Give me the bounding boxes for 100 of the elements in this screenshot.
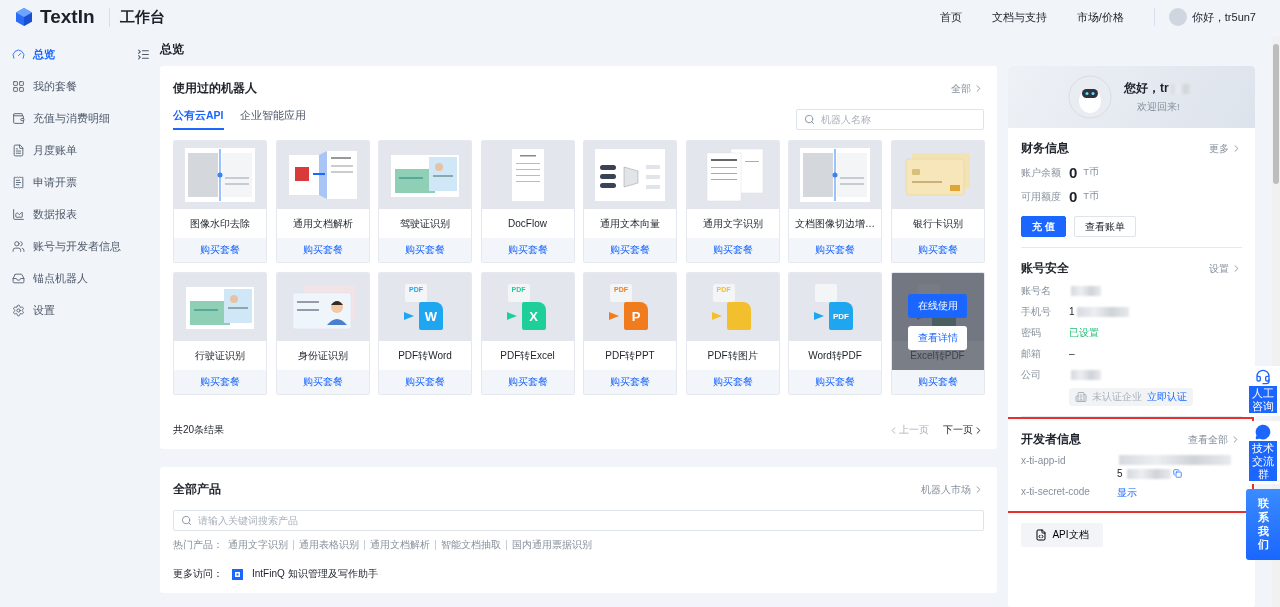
robot-name: 文档图像切边增… xyxy=(794,216,876,231)
more-link[interactable]: 更多 xyxy=(1209,141,1242,156)
tab[interactable]: 企业智能应用 xyxy=(239,109,306,130)
settings-link[interactable]: 设置 xyxy=(1209,261,1242,276)
document-icon xyxy=(1035,529,1048,541)
field-label: 手机号 xyxy=(1021,304,1052,319)
nav-link[interactable]: 首页 xyxy=(939,9,962,25)
buy-link[interactable]: 购买套餐 xyxy=(481,370,574,394)
buy-link[interactable]: 购买套餐 xyxy=(789,370,881,394)
buy-link[interactable]: 购买套餐 xyxy=(686,370,779,394)
robot-name: 行驶证识别 xyxy=(194,348,246,363)
robot-name: Word转PDF xyxy=(807,348,863,363)
robot-name: PDF转Word xyxy=(397,348,453,363)
field-label: 邮箱 xyxy=(1021,346,1042,361)
sidebar-item[interactable]: 锚点机器人 xyxy=(12,262,150,294)
card-title: 使用过的机器人 xyxy=(173,80,257,97)
badge-status: 未认证企业 xyxy=(1092,390,1142,404)
hot-product-link[interactable]: 智能文档抽取 xyxy=(441,538,501,552)
hot-product-link[interactable]: 国内通用票据识别 xyxy=(512,538,592,552)
hot-product-link[interactable]: 通用文字识别 xyxy=(228,538,288,552)
document-icon xyxy=(12,143,25,157)
welcome-text: 欢迎回来! xyxy=(1137,101,1180,114)
market-link[interactable]: 机器人市场 xyxy=(921,482,984,497)
sidebar-item[interactable]: 数据报表 xyxy=(12,198,150,230)
buy-link[interactable]: 购买套餐 xyxy=(174,238,266,262)
chat-icon xyxy=(1255,424,1271,441)
hot-label: 热门产品： xyxy=(173,538,223,552)
buy-link[interactable]: 购买套餐 xyxy=(276,370,369,394)
view-bill-button[interactable]: 查看账单 xyxy=(1073,216,1136,237)
hot-product-link[interactable]: 通用文档解析 xyxy=(370,538,430,552)
sidebar-item[interactable]: 充值与消费明细 xyxy=(12,102,150,134)
hot-product-link[interactable]: 通用表格识别 xyxy=(299,538,359,552)
app-logo-icon xyxy=(231,567,244,581)
grid-icon xyxy=(12,79,25,93)
buy-link[interactable]: 购买套餐 xyxy=(174,370,266,394)
recharge-button[interactable]: 充 值 xyxy=(1021,216,1066,237)
field-label: 公司 xyxy=(1021,367,1042,382)
verify-link[interactable]: 立即认证 xyxy=(1147,390,1187,404)
buy-link[interactable]: 购买套餐 xyxy=(891,238,984,262)
buy-link[interactable]: 购买套餐 xyxy=(379,238,471,262)
document-compare-icon xyxy=(799,147,871,203)
nav-link[interactable]: 文档与支持 xyxy=(991,9,1047,25)
wallet-icon xyxy=(12,111,25,125)
buy-link[interactable]: 购买套餐 xyxy=(584,370,676,394)
blurred-text xyxy=(1126,468,1171,479)
sidebar-item[interactable]: 总览 xyxy=(12,38,55,70)
collapse-icon[interactable] xyxy=(137,47,150,61)
product-search-field[interactable]: 请输入关键词搜索产品 xyxy=(173,510,984,531)
buy-link[interactable]: 购买套餐 xyxy=(379,370,471,394)
robot-name: 通用文字识别 xyxy=(701,216,764,231)
robot-name: DocFlow xyxy=(507,217,548,231)
api-doc-button[interactable]: API文档 xyxy=(1021,523,1103,547)
document-compare-icon xyxy=(184,147,256,203)
robot-name: 身份证识别 xyxy=(296,348,349,363)
unit-label: T币 xyxy=(1083,190,1100,203)
all-link[interactable]: 全部 xyxy=(951,81,984,96)
sidebar-item[interactable]: 我的套餐 xyxy=(12,70,150,102)
sidebar-item[interactable]: 月度账单 xyxy=(12,134,150,166)
sidebar-item[interactable]: 账号与开发者信息 xyxy=(12,230,150,262)
field-label: 可用额度 xyxy=(1021,189,1062,204)
robot-name: 银行卡识别 xyxy=(911,216,964,231)
logo-icon xyxy=(14,7,34,27)
use-online-button[interactable]: 在线使用 xyxy=(908,293,967,318)
next-page-link[interactable]: 下一页 xyxy=(943,423,984,437)
building-icon xyxy=(1075,391,1087,403)
details-button[interactable]: 查看详情 xyxy=(908,325,967,350)
field-label: x-ti-secret-code xyxy=(1021,486,1091,497)
inbox-icon xyxy=(12,271,25,285)
contact-button[interactable]: 联系我们 xyxy=(1246,489,1280,561)
show-link[interactable]: 显示 xyxy=(1117,486,1137,500)
robot-avatar-icon xyxy=(1068,75,1112,119)
user-greeting[interactable]: 你好，tr5un7 xyxy=(1191,9,1256,25)
robot-name: 图像水印去除 xyxy=(189,216,251,231)
chart-icon xyxy=(12,207,25,221)
buy-link[interactable]: 购买套餐 xyxy=(481,238,574,262)
sidebar-item[interactable]: 申请开票 xyxy=(12,166,150,198)
robot-name: 通用文档解析 xyxy=(291,216,354,231)
balance-value: 0 xyxy=(1069,164,1078,181)
buy-link[interactable]: 购买套餐 xyxy=(584,238,676,262)
nav-link[interactable]: 市场/价格 xyxy=(1076,9,1124,25)
receipt-icon xyxy=(12,175,25,189)
brand-name: TextIn xyxy=(40,6,95,28)
page-title: 总览 xyxy=(160,41,185,58)
tab[interactable]: 公有云API xyxy=(173,109,224,130)
field-value: 1 xyxy=(1069,306,1075,317)
robot-name: 驾驶证识别 xyxy=(399,216,451,231)
buy-link[interactable]: 购买套餐 xyxy=(789,238,881,262)
buy-link[interactable]: 购买套餐 xyxy=(891,370,984,394)
buy-link[interactable]: 购买套餐 xyxy=(276,238,369,262)
view-all-link[interactable]: 查看全部 xyxy=(1188,432,1241,447)
group-chat-button[interactable]: 技术交流群 xyxy=(1246,421,1280,485)
consult-button[interactable]: 人工咨询 xyxy=(1246,366,1280,417)
sidebar-item[interactable]: 设置 xyxy=(12,294,150,326)
buy-link[interactable]: 购买套餐 xyxy=(686,238,779,262)
robot-name: 通用文本向量 xyxy=(599,216,661,231)
robot-search-field[interactable]: 机器人名称 xyxy=(796,109,984,130)
file-type-icon: P xyxy=(624,302,648,330)
file-type-icon: PDF xyxy=(829,302,853,330)
intfinq-link[interactable]: IntFinQ 知识管理及写作助手 xyxy=(252,567,378,581)
file-type-icon: X xyxy=(521,302,546,330)
